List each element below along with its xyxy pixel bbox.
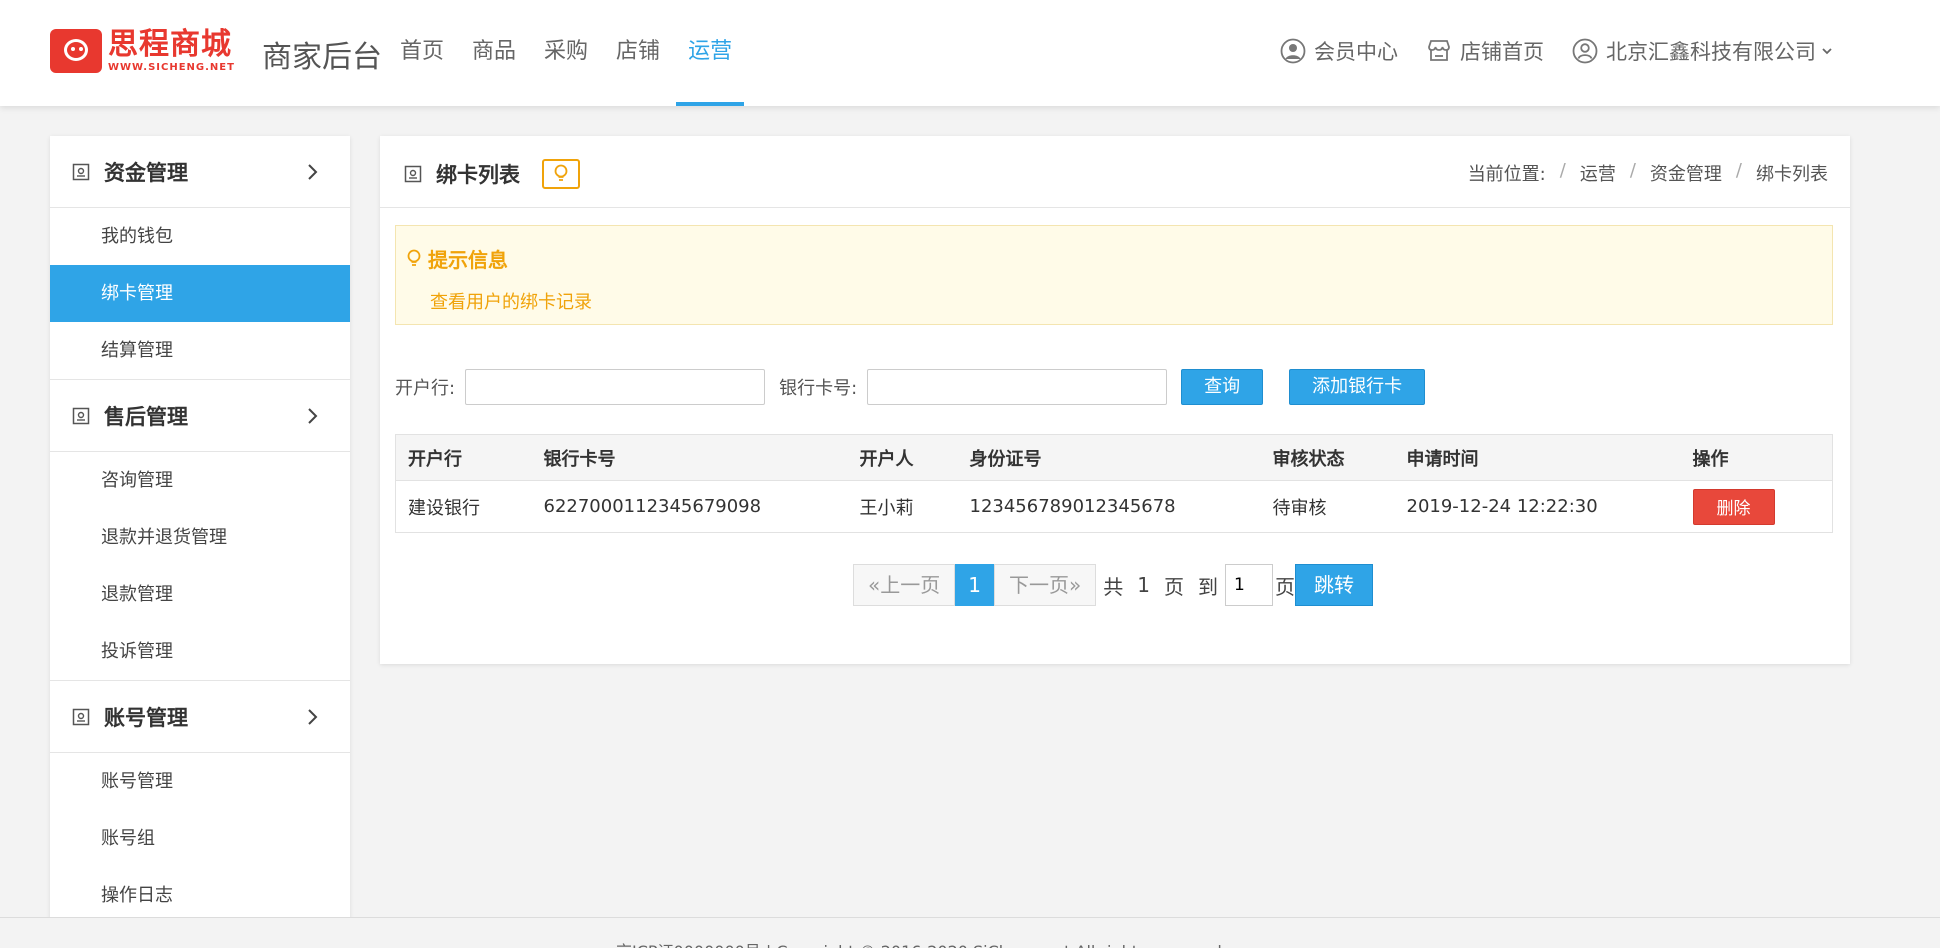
table-row: 建设银行 6227000112345679098 王小莉 12345678901…	[396, 481, 1833, 533]
delete-button[interactable]: 删除	[1692, 488, 1775, 525]
sidebar-group-aftersale[interactable]: 售后管理	[50, 380, 350, 452]
cell-apply-time: 2019-12-24 12:22:30	[1406, 496, 1598, 517]
account-menu[interactable]: 北京汇鑫科技有限公司	[1572, 36, 1834, 66]
total-prefix: 共	[1103, 574, 1124, 599]
column-header: 银行卡号	[531, 434, 848, 481]
shop-home-label: 店铺首页	[1460, 40, 1544, 64]
cell-card-number: 6227000112345679098	[543, 496, 762, 517]
nav-operations[interactable]: 运营	[676, 0, 745, 106]
sidebar-item-refund-return[interactable]: 退款并退货管理	[50, 509, 350, 566]
cell-status: 待审核	[1272, 497, 1327, 519]
go-page-button[interactable]: 跳转	[1294, 564, 1373, 606]
total-suffix: 页	[1163, 574, 1184, 599]
goto-prefix: 到	[1197, 574, 1218, 599]
tip-title: 提示信息	[428, 248, 508, 272]
logo-mark-icon	[50, 29, 102, 73]
chevron-right-icon	[308, 164, 318, 180]
column-header: 开户人	[847, 434, 958, 481]
sidebar-item-complaint[interactable]: 投诉管理	[50, 623, 350, 680]
card-number-input[interactable]	[867, 369, 1168, 405]
account-icon	[1572, 38, 1598, 64]
total-pages: 1	[1137, 573, 1150, 597]
main-panel: 绑卡列表 当前位置: / 运营 / 资金管理 / 绑卡列表 提示信息 查看用户的…	[380, 136, 1850, 664]
sidebar-group-title: 账号管理	[104, 705, 188, 730]
sidebar-item-wallet[interactable]: 我的钱包	[50, 208, 350, 265]
cell-holder: 王小莉	[859, 497, 914, 519]
site-logo[interactable]: 思程商城 WWW.SICHENG.NET	[50, 29, 235, 75]
column-header: 开户行	[395, 434, 532, 481]
cell-bank: 建设银行	[408, 497, 480, 519]
tip-box: 提示信息 查看用户的绑卡记录	[395, 225, 1833, 325]
store-icon	[1428, 40, 1450, 61]
sidebar-group-title: 资金管理	[104, 160, 188, 185]
column-header: 申请时间	[1394, 434, 1681, 481]
panel-header: 绑卡列表 当前位置: / 运营 / 资金管理 / 绑卡列表	[380, 136, 1850, 208]
breadcrumb-item: 绑卡列表	[1756, 164, 1828, 185]
sidebar-group-funds[interactable]: 资金管理	[50, 136, 350, 208]
top-header: 思程商城 WWW.SICHENG.NET 商家后台 首页 商品 采购 店铺 运营…	[0, 0, 1940, 106]
sidebar-item-settlement[interactable]: 结算管理	[50, 322, 350, 379]
wallet-icon	[72, 163, 90, 180]
nav-purchase[interactable]: 采购	[544, 0, 588, 106]
add-bank-card-button[interactable]: 添加银行卡	[1289, 369, 1426, 405]
footer-copyright: 京ICP证0000000号 | Copyright © 2016-2020 Si…	[616, 938, 1227, 948]
sidebar: 资金管理 我的钱包 绑卡管理 结算管理 售后管理 咨询管理 退款并退货管理 退款…	[50, 136, 350, 924]
account-group-icon	[72, 708, 90, 725]
breadcrumb-item[interactable]: 资金管理	[1650, 160, 1722, 186]
search-bar: 开户行: 银行卡号: 查询 添加银行卡	[395, 369, 1426, 405]
tip-description: 查看用户的绑卡记录	[430, 292, 592, 313]
bank-label: 开户行:	[395, 378, 456, 399]
breadcrumb-prefix: 当前位置:	[1467, 164, 1546, 185]
bank-input[interactable]	[465, 369, 766, 405]
card-number-label: 银行卡号:	[779, 378, 858, 399]
user-circle-icon	[1280, 38, 1306, 64]
tip-toggle-button[interactable]	[542, 159, 580, 189]
sidebar-item-account-group[interactable]: 账号组	[50, 810, 350, 867]
aftersale-icon	[72, 407, 90, 424]
goto-page-input[interactable]	[1224, 564, 1273, 606]
sidebar-group-title: 售后管理	[104, 404, 188, 429]
footer: 京ICP证0000000号 | Copyright © 2016-2020 Si…	[0, 917, 1940, 948]
chevron-right-icon	[308, 709, 318, 725]
main-nav: 首页 商品 采购 店铺 运营	[400, 0, 760, 106]
column-header: 审核状态	[1260, 434, 1395, 481]
lightbulb-icon	[554, 164, 568, 181]
table-header-row: 开户行 银行卡号 开户人 身份证号 审核状态 申请时间 操作	[395, 434, 1833, 481]
cell-id-number: 123456789012345678	[969, 496, 1176, 517]
goto-suffix: 页	[1274, 574, 1295, 599]
sidebar-group-account[interactable]: 账号管理	[50, 681, 350, 753]
next-page-button[interactable]: 下一页»	[993, 564, 1097, 606]
pagination: «上一页 1 下一页» 共 1 页 到 页 跳转	[853, 564, 1373, 606]
shop-home-link[interactable]: 店铺首页	[1426, 36, 1544, 66]
logo-url: WWW.SICHENG.NET	[108, 62, 235, 73]
sidebar-item-consult[interactable]: 咨询管理	[50, 452, 350, 509]
card-table: 开户行 银行卡号 开户人 身份证号 审核状态 申请时间 操作 建设银行 6227…	[395, 434, 1833, 533]
breadcrumb-item[interactable]: 运营	[1580, 160, 1616, 186]
sidebar-item-operation-log[interactable]: 操作日志	[50, 867, 350, 924]
header-user-links: 会员中心 店铺首页 北京汇鑫科技有限公司	[1252, 36, 1834, 66]
sidebar-item-refund[interactable]: 退款管理	[50, 566, 350, 623]
query-button[interactable]: 查询	[1181, 369, 1264, 405]
nav-home[interactable]: 首页	[400, 0, 444, 106]
chevron-right-icon	[308, 408, 318, 424]
column-header: 身份证号	[957, 434, 1261, 481]
lightbulb-icon	[407, 249, 421, 266]
chevron-down-icon	[1822, 48, 1832, 55]
logo-name: 思程商城	[108, 27, 232, 62]
prev-page-button[interactable]: «上一页	[853, 564, 956, 606]
page-title: 绑卡列表	[436, 163, 520, 187]
nav-store[interactable]: 店铺	[616, 0, 660, 106]
member-center-label: 会员中心	[1314, 40, 1398, 64]
column-header: 操作	[1680, 434, 1833, 481]
app-title: 商家后台	[262, 40, 382, 75]
member-center-link[interactable]: 会员中心	[1280, 36, 1398, 66]
company-name: 北京汇鑫科技有限公司	[1606, 40, 1816, 64]
nav-products[interactable]: 商品	[472, 0, 516, 106]
sidebar-item-card-binding[interactable]: 绑卡管理	[50, 265, 350, 322]
list-icon	[404, 165, 422, 183]
breadcrumb: 当前位置: / 运营 / 资金管理 / 绑卡列表	[1467, 160, 1828, 186]
page-1-button[interactable]: 1	[955, 564, 994, 606]
sidebar-item-accounts[interactable]: 账号管理	[50, 753, 350, 810]
